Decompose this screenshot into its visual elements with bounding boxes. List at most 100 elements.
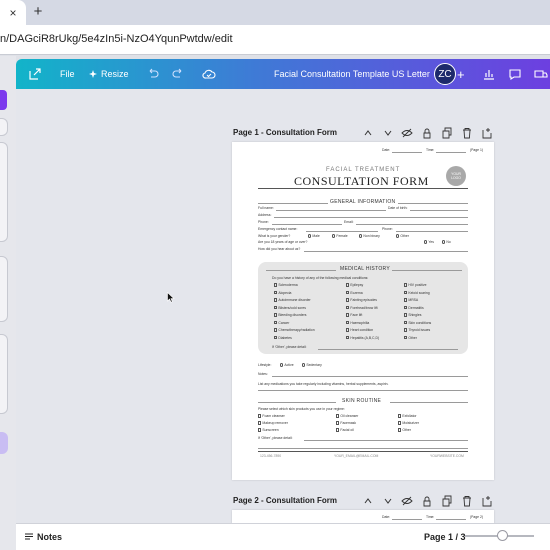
side-panel-card[interactable] <box>0 256 8 322</box>
chevron-up-icon[interactable] <box>362 495 374 507</box>
list-item[interactable]: Chemotherapy/radiation <box>274 328 315 332</box>
list-item-label: Cancer <box>278 320 290 325</box>
undo-icon[interactable] <box>146 67 160 81</box>
chevron-down-icon[interactable] <box>382 127 394 139</box>
trash-icon[interactable] <box>461 495 473 507</box>
eye-hide-icon[interactable] <box>401 127 413 139</box>
list-item-label: Fainting episodes <box>350 298 377 302</box>
cloud-saved-icon[interactable] <box>202 67 216 81</box>
url-text[interactable]: n/DAGciR8rUkg/5e4zIn5i-NzO4YqunPwtdw/edi… <box>0 33 233 45</box>
list-item[interactable]: Sunscreen <box>258 428 279 432</box>
chevron-down-icon[interactable] <box>382 495 394 507</box>
add-page-icon[interactable] <box>481 495 493 507</box>
side-panel-card[interactable] <box>0 142 8 242</box>
trash-icon[interactable] <box>461 127 473 139</box>
list-item[interactable]: Epilepsy <box>346 283 363 287</box>
list-item[interactable]: Keloid scaring <box>404 291 430 295</box>
page-indicator[interactable]: Page 1 / 3 <box>424 532 466 542</box>
list-item[interactable]: Cancer <box>274 321 289 325</box>
page-1-canvas[interactable]: Date: Time: (Page 1) FACIAL TREATMENT CO… <box>232 142 494 480</box>
comment-icon[interactable] <box>508 67 522 81</box>
eye-hide-icon[interactable] <box>401 495 413 507</box>
tab-close-icon[interactable]: × <box>9 6 16 20</box>
time-label: Time: <box>426 148 435 152</box>
list-item[interactable]: Blisters/cold sores <box>274 306 306 310</box>
lock-icon[interactable] <box>421 495 433 507</box>
list-item[interactable]: Facemask <box>336 421 356 425</box>
analytics-icon[interactable] <box>482 67 496 81</box>
footer-website: YOURWEBSITE.COM <box>430 454 464 458</box>
list-item[interactable]: Alopecia <box>274 291 291 295</box>
list-item[interactable]: Dermatitis <box>404 306 424 310</box>
list-item[interactable]: Moisturizer <box>398 421 419 425</box>
list-item[interactable]: Foam cleanser <box>258 414 285 418</box>
list-item[interactable]: HIV positive <box>404 283 426 287</box>
list-item[interactable]: Shingles <box>404 313 421 317</box>
address-bar[interactable]: n/DAGciR8rUkg/5e4zIn5i-NzO4YqunPwtdw/edi… <box>0 25 550 55</box>
lifestyle-sedentary[interactable]: Sedentary <box>302 363 322 367</box>
resize-button[interactable]: Resize <box>89 59 129 89</box>
list-item[interactable]: Makeup remover <box>258 421 288 425</box>
duplicate-icon[interactable] <box>441 127 453 139</box>
page-1-label[interactable]: Page 1 - Consultation Form <box>233 128 337 137</box>
side-panel-card[interactable] <box>0 118 8 136</box>
list-item[interactable]: Hepatitis (A,B,C,D) <box>346 336 379 340</box>
external-open-icon[interactable] <box>28 67 42 81</box>
browser-tab[interactable]: × <box>0 0 26 25</box>
checkbox-icon <box>274 305 278 310</box>
list-item[interactable]: Skin conditions <box>404 321 431 325</box>
page-2-canvas[interactable]: Date: Time: (Page 2) <box>232 510 494 524</box>
list-item[interactable]: Thyroid issues <box>404 328 430 332</box>
list-item[interactable]: Forehead/brow lift <box>346 306 378 310</box>
side-panel-card[interactable] <box>0 334 8 414</box>
document-title[interactable]: Facial Consultation Template US Letter <box>274 59 430 89</box>
notes-button[interactable]: Notes <box>24 532 62 542</box>
side-panel-active-tab[interactable] <box>0 90 7 110</box>
side-panel-button[interactable] <box>0 432 8 454</box>
rule <box>392 270 462 271</box>
age-yes[interactable]: Yes <box>424 240 434 244</box>
list-item[interactable]: Face lift <box>346 313 362 317</box>
age-no[interactable]: No <box>442 240 451 244</box>
list-item[interactable]: Facial oil <box>336 428 354 432</box>
redo-icon[interactable] <box>171 67 185 81</box>
list-item[interactable]: Fainting episodes <box>346 298 377 302</box>
list-item[interactable]: Other <box>398 428 411 432</box>
medical-heading: MEDICAL HISTORY <box>340 266 390 272</box>
page-2-label[interactable]: Page 2 - Consultation Form <box>233 496 337 505</box>
add-page-icon[interactable] <box>481 127 493 139</box>
file-menu-button[interactable]: File <box>60 59 75 89</box>
footer-rule <box>258 451 468 452</box>
list-item[interactable]: Diabetes <box>274 336 292 340</box>
list-item[interactable]: Haemophilia <box>346 321 369 325</box>
new-tab-icon[interactable]: + <box>30 4 46 20</box>
add-collaborator-button[interactable]: + <box>457 59 465 89</box>
lifestyle-active[interactable]: Active <box>280 363 294 367</box>
notes-label: Notes: <box>258 372 268 376</box>
list-item[interactable]: Other <box>404 336 417 340</box>
list-item[interactable]: Bleeding disorders <box>274 313 306 317</box>
list-item[interactable]: MRSA <box>404 298 418 302</box>
medications-label: List any medications you take regularly … <box>258 382 389 386</box>
list-item[interactable]: Oil cleanser <box>336 414 358 418</box>
gender-question: What is your gender? <box>258 234 291 238</box>
lock-icon[interactable] <box>421 127 433 139</box>
list-item[interactable]: Eczema <box>346 291 363 295</box>
gender-option[interactable]: Male <box>308 234 320 238</box>
zoom-slider-thumb[interactable] <box>497 530 508 541</box>
gender-option[interactable]: Non binary <box>359 234 380 238</box>
list-item-label: Thyroid issues <box>408 328 431 332</box>
duplicate-icon[interactable] <box>441 495 453 507</box>
list-item[interactable]: Autoimmune disorder <box>274 298 311 302</box>
user-avatar[interactable]: ZC <box>434 63 456 85</box>
list-item[interactable]: Exfoliator <box>398 414 417 418</box>
gender-option[interactable]: Female <box>332 234 348 238</box>
delivery-truck-icon[interactable] <box>534 67 548 81</box>
chevron-up-icon[interactable] <box>362 127 374 139</box>
input-line <box>258 448 468 449</box>
gender-option[interactable]: Other <box>396 234 409 238</box>
radio-icon <box>396 234 400 238</box>
skin-heading: SKIN ROUTINE <box>342 398 382 404</box>
list-item[interactable]: Scleroderma <box>274 283 298 287</box>
list-item[interactable]: Heart condition <box>346 328 373 332</box>
